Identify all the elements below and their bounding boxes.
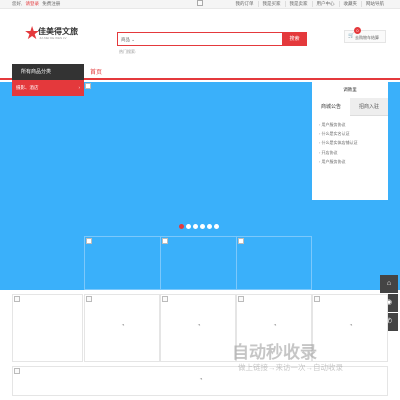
chevron-right-icon: › [78, 85, 81, 90]
site-logo[interactable]: ★ 佳美得文旅 JIA MEI DE WEN LV [24, 24, 94, 48]
welcome-box: 调教里 [312, 82, 388, 98]
greeting: 您好, 请登录 免费注册 [12, 1, 62, 7]
product-card[interactable]: ◔ [160, 294, 236, 362]
bottom-banner-image [14, 368, 20, 374]
product-card[interactable]: ◔ [84, 294, 160, 362]
carousel-slide[interactable] [84, 82, 312, 236]
loading-icon: ◔ [349, 323, 353, 329]
watermark-subtitle: 做上链接→来访一次→自动收录 [238, 363, 343, 372]
search-box: 商品 ⌄ 搜索 [117, 32, 307, 46]
loading-icon: ◔ [197, 323, 201, 329]
seller-link[interactable]: 我是卖家 [284, 1, 312, 7]
loading-icon: ◔ [121, 323, 125, 329]
user-center-link[interactable]: 用户中心 [311, 1, 339, 7]
notice-item[interactable]: 用户服务协议 [319, 122, 388, 128]
notice-item[interactable]: 什么是实名认证 [319, 131, 388, 137]
greeting-text: 您好, [12, 1, 23, 6]
cart-button[interactable]: 🛒 0 去购物车结算 [344, 27, 386, 43]
logo-subtitle: JIA MEI DE WEN LV [39, 36, 67, 40]
product-image [238, 296, 244, 302]
sub-banner-image [162, 238, 168, 244]
carousel-dots [179, 224, 219, 229]
nav-home-link[interactable]: 首页 [90, 67, 102, 76]
slide-image [85, 83, 91, 89]
sub-banner[interactable] [236, 236, 312, 290]
top-bar: 您好, 请登录 免费注册 我的订单 我是买家 我是卖家 用户中心 收藏夹 网站导… [0, 0, 400, 9]
search-button[interactable]: 搜索 [282, 32, 307, 46]
product-image [162, 296, 168, 302]
carousel-dot[interactable] [200, 224, 205, 229]
carousel-dot[interactable] [214, 224, 219, 229]
home-icon[interactable]: ⌂ [380, 275, 398, 293]
cart-icon: 🛒 [348, 33, 355, 39]
product-card[interactable] [12, 294, 83, 362]
cart-count-badge: 0 [354, 27, 361, 34]
carousel-dot[interactable] [193, 224, 198, 229]
login-link[interactable]: 请登录 [26, 1, 40, 6]
sub-banner[interactable] [84, 236, 161, 290]
all-categories-title[interactable]: 所有商品分类 [12, 64, 84, 80]
tab-mall-notice[interactable]: 商城公告 [312, 98, 350, 116]
favorites-link[interactable]: 收藏夹 [338, 1, 362, 7]
watermark: 自动秒收录 做上链接→来访一次→自动收录 [232, 338, 382, 378]
notice-item[interactable]: 用户服务协议 [319, 159, 388, 165]
category-item[interactable]: 摄影、酒店 › [12, 80, 84, 96]
product-image [314, 296, 320, 302]
carousel-dot[interactable] [179, 224, 184, 229]
search-category-select[interactable]: 商品 ⌄ [121, 37, 135, 43]
watermark-title: 自动秒收录 [232, 343, 317, 362]
category-item-label: 摄影、酒店 [16, 85, 39, 90]
top-banner-image[interactable] [197, 0, 203, 6]
my-orders-link[interactable]: 我的订单 [232, 1, 258, 7]
product-image [86, 296, 92, 302]
tab-merchant-join[interactable]: 招商入驻 [350, 98, 388, 116]
notice-item[interactable]: 什么是实体店铺认证 [319, 140, 388, 146]
notice-list: 用户服务协议 什么是实名认证 什么是实体店铺认证 开店协议 用户服务协议 [312, 116, 388, 200]
carousel-dot[interactable] [207, 224, 212, 229]
hot-searches: 热门搜索: [119, 49, 137, 54]
register-link[interactable]: 免费注册 [42, 1, 60, 6]
sub-banner[interactable] [160, 236, 237, 290]
notice-item[interactable]: 开店协议 [319, 150, 388, 156]
carousel-dot[interactable] [186, 224, 191, 229]
product-image [14, 296, 20, 302]
site-nav-link[interactable]: 网站导航 [361, 1, 388, 7]
buyer-link[interactable]: 我是买家 [257, 1, 285, 7]
notice-tabs: 商城公告 招商入驻 [312, 98, 388, 116]
top-links: 我的订单 我是买家 我是卖家 用户中心 收藏夹 网站导航 [232, 1, 389, 7]
sub-banner-image [238, 238, 244, 244]
sub-banner-image [86, 238, 92, 244]
loading-icon: ◔ [273, 323, 277, 329]
cart-label: 去购物车结算 [355, 35, 379, 40]
loading-icon: ◔ [199, 377, 203, 383]
